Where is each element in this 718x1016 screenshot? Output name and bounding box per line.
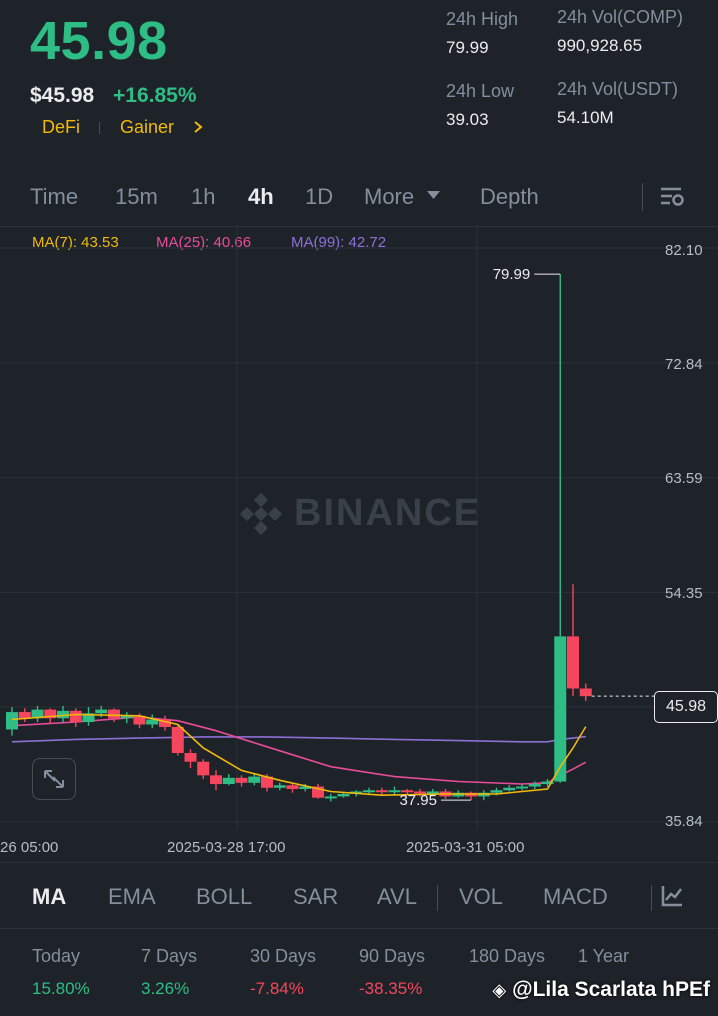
perf-value-today: 15.80% [32,979,90,998]
candle-body [363,790,375,793]
indicator-tab-vol[interactable]: VOL [459,884,503,910]
x-tick: 2025-03-31 05:00 [406,839,525,856]
low-annotation: 37.95 [399,792,437,809]
high-value: 79.99 [446,38,489,57]
candle-body [490,790,503,793]
perf-label-180d: 180 Days [469,946,546,966]
x-tick: 2025-03-28 17:00 [167,839,286,856]
indicator-tab-ema[interactable]: EMA [108,884,156,910]
low-label: 24h Low [446,81,515,101]
candle-body [184,753,197,762]
tag-divider [99,122,100,134]
candle-body [528,784,541,787]
high-annotation: 79.99 [493,266,531,283]
chevron-right-icon[interactable] [193,121,203,133]
tag-gainer[interactable]: Gainer [120,117,174,138]
watermark-text: BINANCE [294,492,482,534]
candle-body [375,790,388,793]
candle-body [273,785,286,788]
candle-body [324,796,337,799]
x-tick: 26 05:00 [0,839,59,856]
high-label: 24h High [446,9,519,29]
vol-comp-label: 24h Vol(COMP) [557,7,684,27]
caret-down-icon[interactable] [427,191,440,200]
tab-1h[interactable]: 1h [191,184,215,210]
perf-value-30d: -7.84% [250,979,304,998]
perf-label-90d: 90 Days [359,946,426,966]
tab-15m[interactable]: 15m [115,184,158,210]
candle-body [108,709,120,719]
y-tick: 72.84 [665,356,703,373]
candle-body [567,636,579,689]
y-tick: 63.59 [665,470,703,487]
perf-value-7d: 3.26% [141,979,190,998]
ma25-line [11,716,587,785]
indicator-tab-sar[interactable]: SAR [293,884,338,910]
candle-body [286,785,299,789]
last-price: 45.98 [30,11,168,71]
candle-body [210,775,222,785]
indicator-divider [437,885,438,911]
y-tick: 35.84 [665,813,703,830]
candle-body [516,786,528,789]
diamond-icon: ◈ [492,980,507,1000]
tab-more[interactable]: More [364,184,414,210]
candle-body [197,761,210,776]
tab-1d[interactable]: 1D [305,184,333,210]
current-price-label: 45.98 [654,691,718,723]
perf-label-7d: 7 Days [141,946,198,966]
tab-time[interactable]: Time [30,184,78,210]
candle-body [503,787,516,791]
watermark-credit: ◈ @Lila Scarlata hPEf [492,978,710,1002]
chart-settings-icon[interactable] [659,186,685,208]
vol-usdt-value: 54.10M [557,108,614,127]
y-tick: 82.10 [665,242,703,259]
candle-body [95,709,108,714]
vol-comp-value: 990,928.65 [557,36,643,55]
indicator-tab-avl[interactable]: AVL [377,884,417,910]
low-value: 39.03 [446,110,489,129]
indicator-settings-icon[interactable] [660,884,684,908]
chart-bottom-divider [0,862,718,863]
vol-usdt-label: 24h Vol(USDT) [557,79,679,99]
perf-label-30d: 30 Days [250,946,317,966]
expand-icon [44,770,64,788]
indicator-tab-macd[interactable]: MACD [543,884,608,910]
perf-divider [0,928,718,929]
indicator-tab-ma[interactable]: MA [32,884,66,910]
perf-label-today: Today [32,946,81,966]
candle-body [222,777,235,785]
perf-label-1y: 1 Year [578,946,630,966]
candle-body [6,712,18,730]
tab-divider [642,183,643,211]
perf-value-90d: -38.35% [359,979,423,998]
price-change: +16.85% [113,84,197,107]
candle-body [18,712,31,719]
candlestick-chart[interactable]: 79.99 37.95 [0,226,718,862]
candle-body [235,777,248,783]
indicator-tab-boll[interactable]: BOLL [196,884,252,910]
candle-body [248,776,261,783]
usd-price: $45.98 [30,84,95,107]
tab-depth[interactable]: Depth [480,184,539,210]
y-tick: 54.35 [665,585,703,602]
indicator-divider [651,885,652,911]
tab-4h[interactable]: 4h [248,184,274,210]
candle-body [337,793,350,797]
candle-body [171,726,184,754]
ma99-line [11,735,586,743]
expand-chart-button[interactable] [32,758,76,800]
tag-defi[interactable]: DeFi [42,117,80,138]
candle-body [69,710,82,722]
binance-logo-icon [239,492,283,536]
candle-body [579,688,592,697]
credit-text: @Lila Scarlata hPEf [512,978,710,1001]
